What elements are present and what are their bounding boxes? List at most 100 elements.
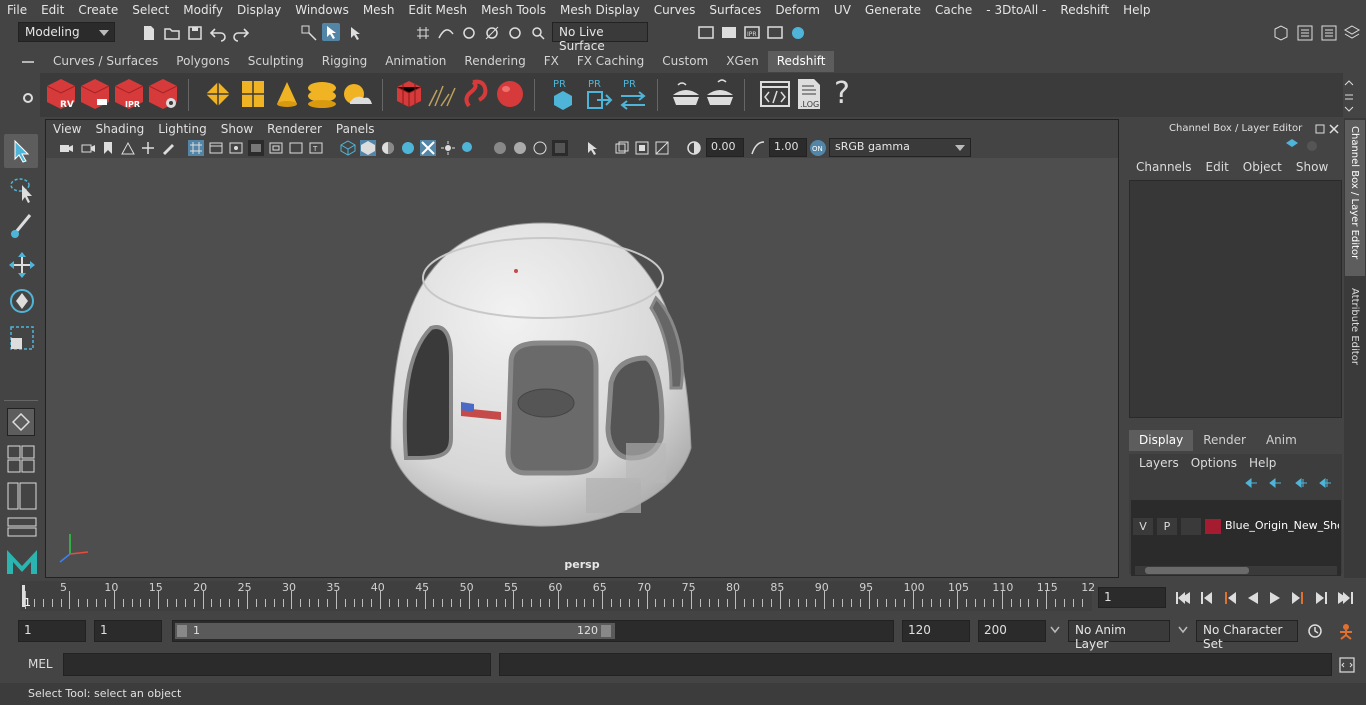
shelf-tab-fx[interactable]: FX	[535, 51, 568, 72]
menu-modify[interactable]: Modify	[176, 3, 230, 17]
redshift-material-assign-icon[interactable]	[704, 79, 736, 109]
gamma-icon[interactable]	[750, 140, 766, 156]
persp-graph-layout-icon[interactable]	[7, 517, 37, 537]
help-icon[interactable]: ?	[830, 75, 854, 113]
float-panel-icon[interactable]	[1315, 124, 1325, 134]
exposure-field[interactable]: 0.00	[706, 138, 744, 157]
color-space-dropdown[interactable]: sRGB gamma	[829, 138, 971, 157]
redshift-render-view-icon[interactable]: RV	[45, 77, 77, 111]
gate-mask-icon[interactable]	[248, 140, 264, 156]
chevron-down-icon[interactable]	[1050, 626, 1060, 634]
menu-redshift[interactable]: Redshift	[1053, 3, 1116, 17]
layer-list-scrollbar[interactable]	[1135, 566, 1337, 575]
step-forward-key-icon[interactable]	[1316, 592, 1327, 604]
undo-icon[interactable]	[209, 24, 227, 42]
animation-preferences-icon[interactable]	[1336, 622, 1356, 640]
menu-edit-mesh[interactable]: Edit Mesh	[401, 3, 474, 17]
menu-display[interactable]: Display	[230, 3, 288, 17]
scrollbar-thumb[interactable]	[1145, 567, 1249, 574]
snap-surface-icon[interactable]	[506, 24, 524, 42]
hypershade-icon[interactable]	[789, 24, 807, 42]
viewport-menu-renderer[interactable]: Renderer	[260, 122, 329, 136]
shelf-tab-xgen[interactable]: XGen	[717, 51, 768, 72]
animation-start-field[interactable]: 1	[18, 620, 86, 642]
xray-active-icon[interactable]	[634, 140, 650, 156]
shelf-menu-icon[interactable]	[20, 56, 36, 68]
range-start-grip[interactable]	[177, 625, 187, 637]
menu-3dtoall[interactable]: - 3DtoAll -	[979, 3, 1053, 17]
playhead[interactable]	[22, 585, 25, 607]
shelf-tab-rigging[interactable]: Rigging	[313, 51, 376, 72]
chevron-down-icon[interactable]	[1178, 626, 1188, 634]
menu-surfaces[interactable]: Surfaces	[702, 3, 768, 17]
channel-edit-menu[interactable]: Edit	[1199, 160, 1236, 178]
redshift-batch-render-icon[interactable]	[79, 77, 111, 111]
step-back-frame-icon[interactable]	[1225, 592, 1236, 604]
viewport-menu-view[interactable]: View	[46, 122, 88, 136]
layer-tab-anim[interactable]: Anim	[1256, 430, 1307, 451]
command-language-label[interactable]: MEL	[28, 657, 53, 671]
layer-playback-toggle[interactable]: P	[1157, 518, 1177, 535]
redshift-spot-light-icon[interactable]	[273, 78, 301, 110]
side-tab-channel-box[interactable]: Channel Box / Layer Editor	[1345, 120, 1365, 276]
snap-view-plane-icon[interactable]	[483, 24, 501, 42]
playback-start-field[interactable]: 1	[94, 620, 162, 642]
redshift-sun-sky-icon[interactable]	[340, 78, 374, 110]
xray-icon[interactable]	[614, 140, 630, 156]
render-frame-icon[interactable]	[720, 24, 738, 42]
play-backwards-icon[interactable]	[1248, 592, 1258, 604]
toggle-attribute-editor-icon[interactable]	[1296, 24, 1314, 42]
shelf-tab-animation[interactable]: Animation	[376, 51, 455, 72]
log-icon[interactable]: .LOG	[794, 77, 824, 111]
mode-dropdown[interactable]: Modeling	[18, 22, 115, 42]
command-input[interactable]	[63, 653, 491, 676]
menu-select[interactable]: Select	[125, 3, 176, 17]
select-component-icon[interactable]	[346, 24, 364, 42]
current-frame-field[interactable]: 1	[1098, 587, 1166, 608]
textured-icon[interactable]	[400, 140, 416, 156]
menu-windows[interactable]: Windows	[288, 3, 356, 17]
shelf-tab-curves-surfaces[interactable]: Curves / Surfaces	[44, 51, 167, 72]
channels-menu[interactable]: Channels	[1129, 160, 1199, 178]
viewport-canvas[interactable]: persp	[46, 158, 1118, 577]
gamma-field[interactable]: 1.00	[769, 138, 807, 157]
channel-box-icon[interactable]	[1285, 138, 1299, 154]
redshift-render-settings-icon[interactable]	[147, 77, 179, 111]
layer-tab-render[interactable]: Render	[1193, 430, 1256, 451]
isolate-select-icon[interactable]	[584, 140, 600, 156]
anim-layer-dropdown[interactable]: No Anim Layer	[1068, 620, 1170, 651]
layer-color-swatch[interactable]	[1205, 519, 1221, 534]
shelf-tab-rendering[interactable]: Rendering	[455, 51, 534, 72]
menu-help[interactable]: Help	[1116, 3, 1157, 17]
save-scene-icon[interactable]	[186, 24, 204, 42]
go-to-end-icon[interactable]	[1338, 592, 1353, 604]
shelf-tab-sculpting[interactable]: Sculpting	[239, 51, 313, 72]
shelf-tab-fx-caching[interactable]: FX Caching	[568, 51, 653, 72]
range-slider[interactable]: 1 120	[172, 620, 894, 642]
range-end-grip[interactable]	[601, 625, 611, 637]
viewport-menu-lighting[interactable]: Lighting	[151, 122, 214, 136]
menu-file[interactable]: File	[0, 3, 34, 17]
four-view-layout-icon[interactable]	[7, 445, 37, 473]
color-management-icon[interactable]: ON	[809, 139, 827, 157]
menu-mesh-tools[interactable]: Mesh Tools	[474, 3, 553, 17]
screen-space-ao-icon[interactable]	[492, 140, 508, 156]
redshift-ipr-icon[interactable]: IPR	[113, 77, 145, 111]
make-live-icon[interactable]	[529, 24, 547, 42]
character-set-dropdown[interactable]: No Character Set	[1196, 620, 1298, 651]
channel-show-menu[interactable]: Show	[1289, 160, 1335, 178]
viewport-menu-panels[interactable]: Panels	[329, 122, 382, 136]
layer-help-menu[interactable]: Help	[1243, 456, 1282, 470]
select-tool-button[interactable]	[4, 134, 38, 168]
redshift-sphere-icon[interactable]	[494, 78, 526, 110]
open-scene-icon[interactable]	[163, 24, 181, 42]
xray-joints-icon[interactable]	[420, 140, 436, 156]
render-view-icon[interactable]	[697, 24, 715, 42]
redshift-ies-light-icon[interactable]	[305, 78, 339, 110]
redshift-light-icon[interactable]	[202, 78, 234, 110]
menu-generate[interactable]: Generate	[858, 3, 928, 17]
animation-end-field[interactable]: 200	[978, 620, 1046, 642]
step-forward-frame-icon[interactable]	[1292, 592, 1303, 604]
channel-list-area[interactable]	[1129, 180, 1342, 418]
depth-of-field-icon[interactable]	[552, 140, 568, 156]
